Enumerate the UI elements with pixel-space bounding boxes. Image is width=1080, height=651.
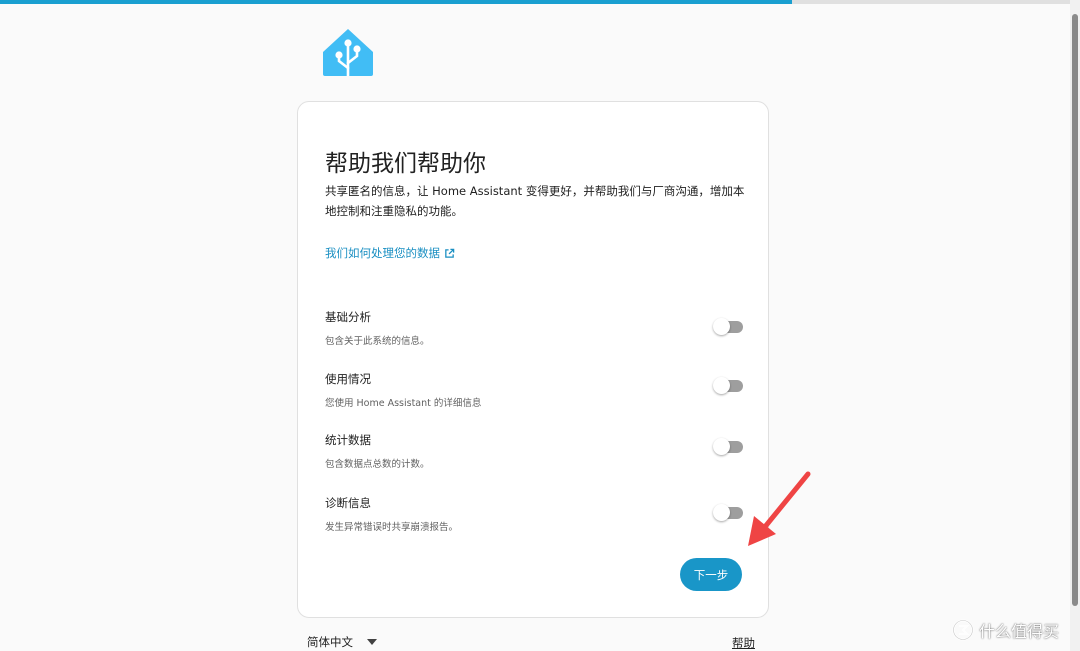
setting-subtitle: 您使用 Home Assistant 的详细信息 (325, 398, 482, 409)
toggle-knob (713, 318, 730, 335)
setting-row-base: 基础分析 包含关于此系统的信息。 (325, 309, 745, 349)
progress-bar (0, 0, 1070, 4)
setting-subtitle: 包含数据点总数的计数。 (325, 459, 430, 470)
data-handling-link-label: 我们如何处理您的数据 (325, 246, 440, 260)
setting-title: 统计数据 (325, 433, 371, 447)
smzdm-logo-icon (952, 619, 974, 641)
toggle-knob (713, 377, 730, 394)
help-link[interactable]: 帮助 (732, 635, 755, 651)
watermark-text: 什么值得买 (979, 622, 1060, 641)
setting-subtitle: 包含关于此系统的信息。 (325, 336, 430, 347)
setting-title: 诊断信息 (325, 496, 371, 510)
card-description: 共享匿名的信息，让 Home Assistant 变得更好，并帮助我们与厂商沟通… (325, 184, 745, 218)
language-label: 简体中文 (307, 635, 353, 649)
toggle-knob (713, 504, 730, 521)
setting-row-usage: 使用情况 您使用 Home Assistant 的详细信息 (325, 371, 745, 411)
card-title: 帮助我们帮助你 (325, 151, 486, 177)
annotation-arrow-icon (748, 471, 811, 546)
setting-title: 基础分析 (325, 310, 371, 324)
analytics-card: 帮助我们帮助你 共享匿名的信息，让 Home Assistant 变得更好，并帮… (297, 101, 769, 618)
setting-row-diagnostics: 诊断信息 发生异常错误时共享崩溃报告。 (325, 495, 745, 535)
external-link-icon (445, 248, 455, 258)
setting-subtitle: 发生异常错误时共享崩溃报告。 (325, 522, 459, 533)
toggle-base-analytics[interactable] (713, 317, 745, 337)
scrollbar[interactable] (1070, 0, 1080, 651)
scrollbar-thumb[interactable] (1072, 14, 1078, 606)
onboarding-page: 帮助我们帮助你 共享匿名的信息，让 Home Assistant 变得更好，并帮… (0, 0, 1080, 651)
progress-bar-fill (0, 0, 792, 4)
home-assistant-logo-icon (322, 28, 374, 78)
toggle-usage[interactable] (713, 376, 745, 396)
setting-title: 使用情况 (325, 372, 371, 386)
data-handling-link[interactable]: 我们如何处理您的数据 (325, 245, 455, 261)
toggle-statistics[interactable] (713, 437, 745, 457)
caret-down-icon (367, 639, 377, 645)
toggle-knob (713, 438, 730, 455)
language-select[interactable]: 简体中文 (307, 634, 377, 650)
watermark: 什么值得买 (952, 618, 1059, 642)
next-button[interactable]: 下一步 (680, 558, 742, 591)
setting-row-statistics: 统计数据 包含数据点总数的计数。 (325, 432, 745, 472)
